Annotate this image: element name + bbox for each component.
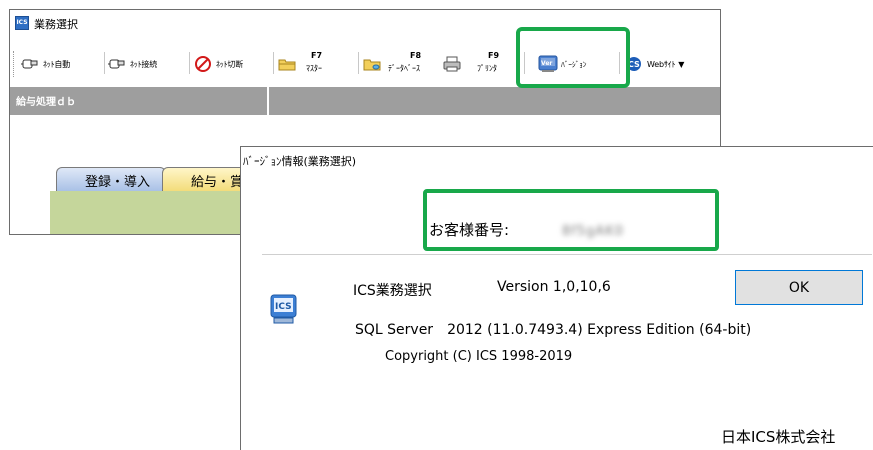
svg-text:ICS: ICS [275,302,292,312]
f8-key: F8 [410,51,422,60]
chevron-down-icon[interactable]: ▼ [678,60,684,69]
database-bar: 給与処理ｄｂ [10,87,720,115]
net-connect-label: ﾈｯﾄ接続 [130,59,157,69]
toolbar-separator [104,52,105,74]
network-connect-icon [108,59,125,69]
printer-label: ﾌﾟﾘﾝﾀ [477,64,497,73]
printer-icon [443,56,461,72]
version-text: Version 1,0,10,6 [497,279,611,295]
copyright: Copyright (C) ICS 1998-2019 [385,349,573,364]
customer-number-highlight-box [423,189,719,251]
sql-server-info: SQL Server 2012 (11.0.7493.4) Express Ed… [355,322,752,338]
tab-content [50,191,270,234]
version-highlight-box [516,27,630,88]
web-site-label: Webｻｲﾄ [647,59,676,69]
database-button[interactable] [362,48,385,80]
dialog-divider [262,254,872,255]
network-auto-icon [21,59,38,69]
window-title: 業務選択 [34,18,78,31]
network-disconnect-icon [195,56,211,72]
database-label: ﾃﾞｰﾀﾍﾞｰｽ [388,64,420,73]
net-auto-label: ﾈｯﾄ自動 [43,59,70,69]
net-disconnect-button[interactable]: ﾈｯﾄ切断 [193,48,243,80]
dialog-title: ﾊﾞｰｼﾞｮﾝ情報(業務選択) [243,155,357,168]
toolbar-separator [358,52,359,74]
master-button[interactable] [277,48,300,80]
company-name: 日本ICS株式会社 [721,428,836,446]
net-auto-button[interactable]: ﾈｯﾄ自動 [20,48,70,80]
printer-button[interactable] [442,48,465,80]
net-disconnect-label: ﾈｯﾄ切断 [216,59,243,69]
toolbar-grip[interactable] [13,51,15,77]
folder-database-icon [363,59,381,71]
bar-divider [267,87,269,115]
f7-key: F7 [311,51,323,60]
product-name: ICS業務選択 [353,283,432,299]
version-dialog: ﾊﾞｰｼﾞｮﾝ情報(業務選択) お客様番号: 8f5gAK0 ICS ICS業務… [240,146,873,450]
web-site-button[interactable]: CS Webｻｲﾄ ▼ [624,48,684,80]
f9-key: F9 [488,51,500,60]
folder-master-icon [278,59,296,71]
tab-registration[interactable]: 登録・導入 [56,167,166,191]
toolbar-separator [189,52,190,74]
toolbar-separator [273,52,274,74]
master-label: ﾏｽﾀｰ [306,64,322,73]
net-connect-button[interactable]: ﾈｯﾄ接続 [107,48,157,80]
ics-app-icon: ICS [15,16,29,30]
database-name: 給与処理ｄｂ [16,97,76,108]
ics-logo-icon: ICS [270,294,297,324]
ok-button[interactable]: OK [735,270,863,305]
